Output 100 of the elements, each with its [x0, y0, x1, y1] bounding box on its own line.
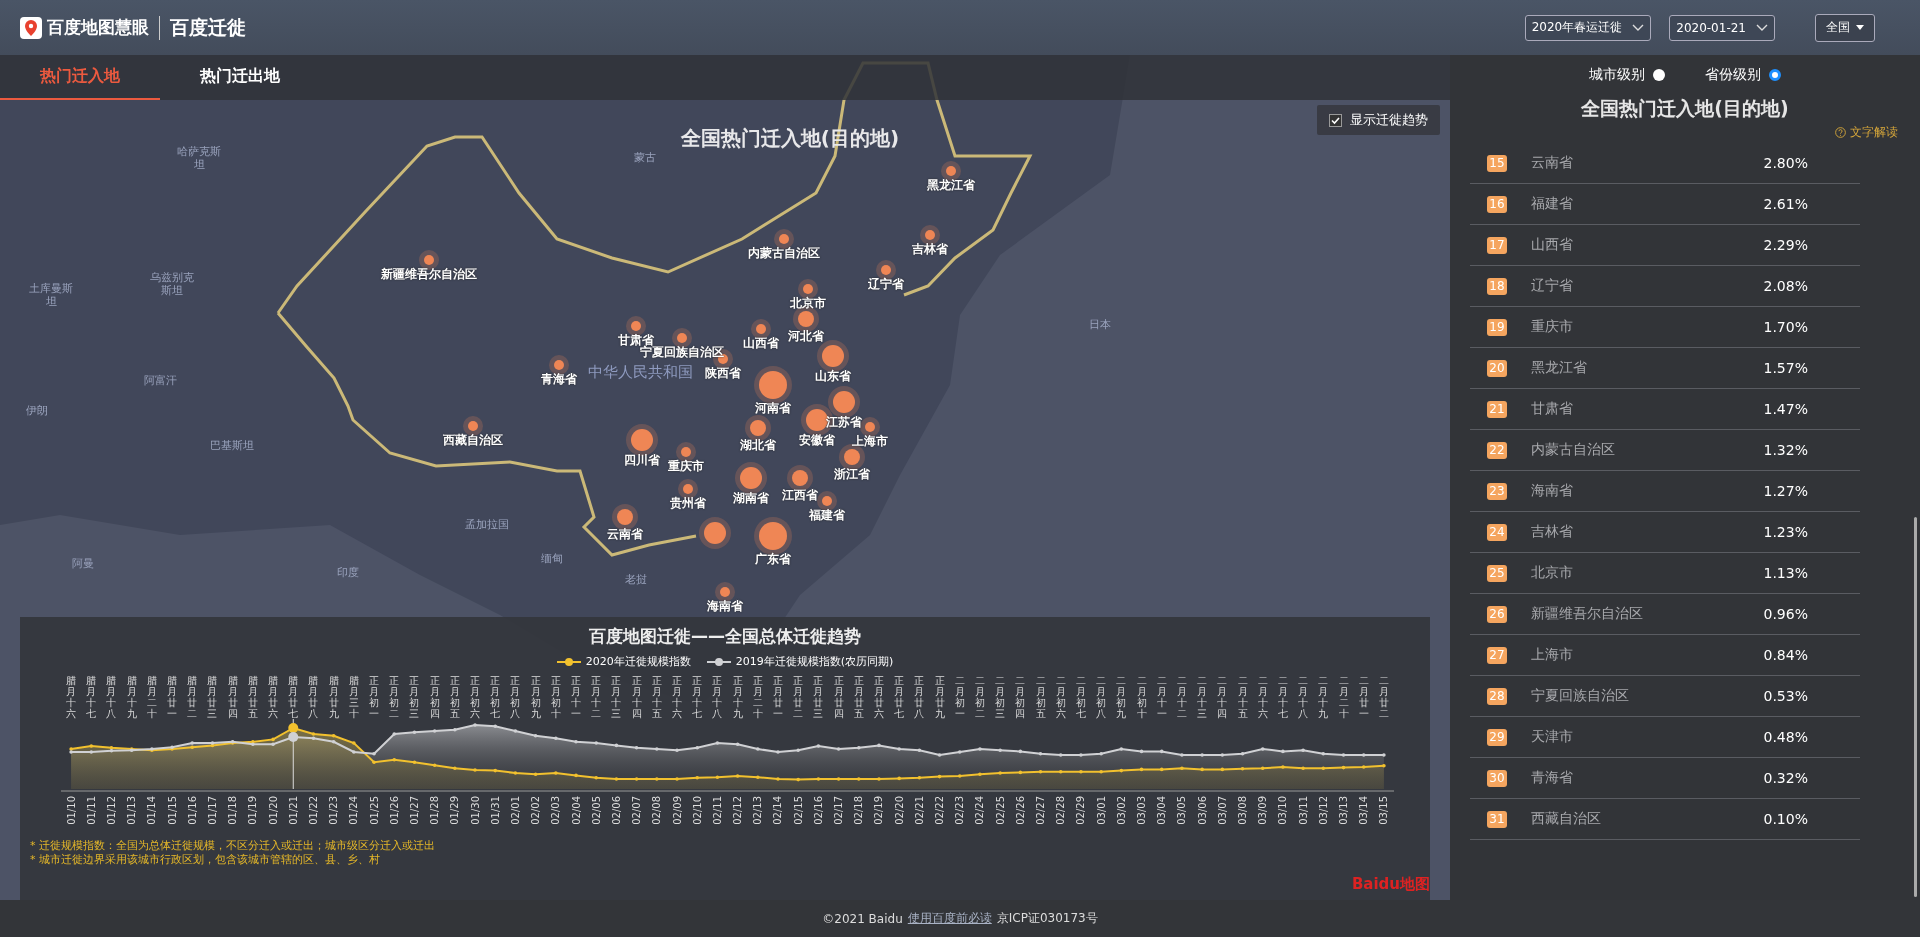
place-label: 福建省	[809, 507, 845, 524]
scrollbar-thumb[interactable]	[1914, 517, 1917, 897]
bubble-marker[interactable]	[865, 422, 875, 432]
bubble-marker[interactable]	[424, 255, 434, 265]
lunar-date-label: 二月十四	[1217, 675, 1228, 719]
rank-badge: 29	[1487, 728, 1507, 746]
date-label: 02/09	[671, 796, 683, 825]
rank-badge: 21	[1487, 400, 1507, 418]
lunar-date-label: 正月十四	[631, 675, 642, 719]
bubble-marker[interactable]	[881, 265, 891, 275]
date-label: 03/04	[1156, 796, 1168, 825]
lunar-date-label: 正月十三	[611, 675, 622, 719]
bubble-marker[interactable]	[468, 421, 478, 431]
help-link[interactable]: 文字解读	[1850, 124, 1898, 141]
lunar-date-label: 二月初十	[1136, 675, 1147, 719]
rank-badge: 24	[1487, 523, 1507, 541]
bubble-marker[interactable]	[822, 496, 832, 506]
place-name: 宁夏回族自治区	[1531, 687, 1630, 705]
bubble-marker[interactable]	[803, 284, 813, 294]
date-label: 01/17	[206, 796, 218, 825]
rank-badge: 18	[1487, 277, 1507, 295]
date-label: 01/26	[388, 796, 400, 825]
date-label: 01/23	[328, 796, 340, 825]
bubble-marker[interactable]	[779, 234, 789, 244]
place-label: 湖南省	[733, 490, 769, 507]
lunar-date-label: 二月初一	[954, 675, 965, 719]
lunar-date-label: 腊月二十	[146, 675, 157, 719]
region-button[interactable]: 全国	[1815, 13, 1875, 42]
rank-badge: 25	[1487, 564, 1507, 582]
date-label: 03/14	[1358, 796, 1370, 825]
radio-option[interactable]: 省份级别	[1705, 66, 1781, 84]
date-label: 01/19	[247, 796, 259, 825]
help-icon	[1835, 127, 1846, 138]
place-label: 陕西省	[705, 365, 741, 382]
date-label: 02/04	[570, 796, 582, 825]
tab[interactable]: 热门迁入地	[0, 55, 160, 100]
date-label: 02/13	[752, 796, 764, 825]
lunar-date-label: 正月十二	[591, 675, 602, 719]
date-label: 02/16	[812, 796, 824, 825]
bubble-marker[interactable]	[720, 587, 730, 597]
rank-badge: 28	[1487, 687, 1507, 705]
season-select[interactable]: 2020年春运迁徙	[1524, 14, 1652, 41]
date-select[interactable]: 2020-01-21	[1669, 14, 1775, 41]
lunar-date-label: 正月初三	[409, 675, 420, 719]
share-value: 0.53%	[1763, 688, 1808, 704]
legend-symbol-icon	[706, 656, 731, 667]
lunar-date-label: 正月廿五	[853, 675, 864, 719]
lunar-date-label: 腊月三十	[348, 675, 359, 719]
lunar-date-label: 正月廿八	[914, 675, 925, 719]
chart-title: 百度地图迁徙——全国总体迁徙趋势	[588, 625, 862, 648]
share-value: 0.32%	[1763, 770, 1808, 786]
share-value: 2.29%	[1763, 237, 1808, 253]
rank-badge: 17	[1487, 236, 1507, 254]
bubble-marker[interactable]	[631, 321, 641, 331]
lunar-date-label: 正月十一	[571, 675, 581, 719]
product-title: 百度迁徙	[170, 14, 246, 40]
country-label: 缅甸	[541, 552, 563, 566]
lunar-date-label: 二月二十	[1338, 675, 1349, 719]
rank-badge: 23	[1487, 482, 1507, 500]
date-label: 02/15	[792, 796, 804, 825]
tab[interactable]: 热门迁出地	[160, 55, 320, 100]
bubble-marker[interactable]	[925, 230, 935, 240]
date-label: 02/25	[994, 796, 1006, 825]
bubble-marker[interactable]	[681, 447, 691, 457]
country-label: 印度	[337, 566, 359, 580]
icp-text: 京ICP证030173号	[996, 910, 1098, 927]
lunar-date-label: 二月初八	[1096, 675, 1107, 719]
bubble-marker[interactable]	[677, 333, 687, 343]
date-label: 03/09	[1257, 796, 1269, 825]
lunar-date-label: 正月初六	[470, 675, 481, 719]
date-label: 03/11	[1297, 796, 1309, 825]
lunar-date-label: 正月廿三	[813, 675, 824, 719]
bubble-marker[interactable]	[946, 166, 956, 176]
date-label: 02/11	[711, 796, 723, 825]
date-label: 02/29	[1075, 796, 1087, 825]
date-label: 01/30	[469, 796, 481, 825]
lunar-date-label: 正月廿七	[894, 675, 905, 719]
bubble-marker[interactable]	[683, 484, 693, 494]
lunar-date-label: 腊月廿二	[187, 675, 198, 719]
place-label: 山东省	[815, 368, 851, 385]
map-logo: Baidu地图	[1351, 875, 1430, 894]
country-label: 阿富汗	[143, 374, 177, 388]
share-value: 1.27%	[1763, 483, 1808, 499]
panel-title: 全国热门迁入地(目的地)	[1580, 96, 1790, 121]
date-label: 02/26	[1014, 796, 1026, 825]
place-label: 北京市	[790, 295, 826, 312]
date-label: 01/15	[166, 796, 178, 825]
date-label: 02/28	[1055, 796, 1067, 825]
terms-link[interactable]: 使用百度前必读	[907, 910, 992, 927]
date-label: 02/03	[550, 796, 562, 825]
bubble-marker[interactable]	[756, 324, 766, 334]
radio-option[interactable]: 城市级别	[1589, 66, 1665, 84]
place-label: 甘肃省	[618, 332, 654, 347]
share-value: 2.08%	[1763, 278, 1808, 294]
place-label: 青海省	[541, 371, 577, 388]
place-label: 湖北省	[740, 437, 776, 454]
bubble-marker[interactable]	[554, 360, 564, 370]
date-label: 02/08	[651, 796, 663, 825]
checkbox[interactable]	[1329, 113, 1342, 127]
lunar-date-label: 二月十二	[1176, 675, 1187, 719]
